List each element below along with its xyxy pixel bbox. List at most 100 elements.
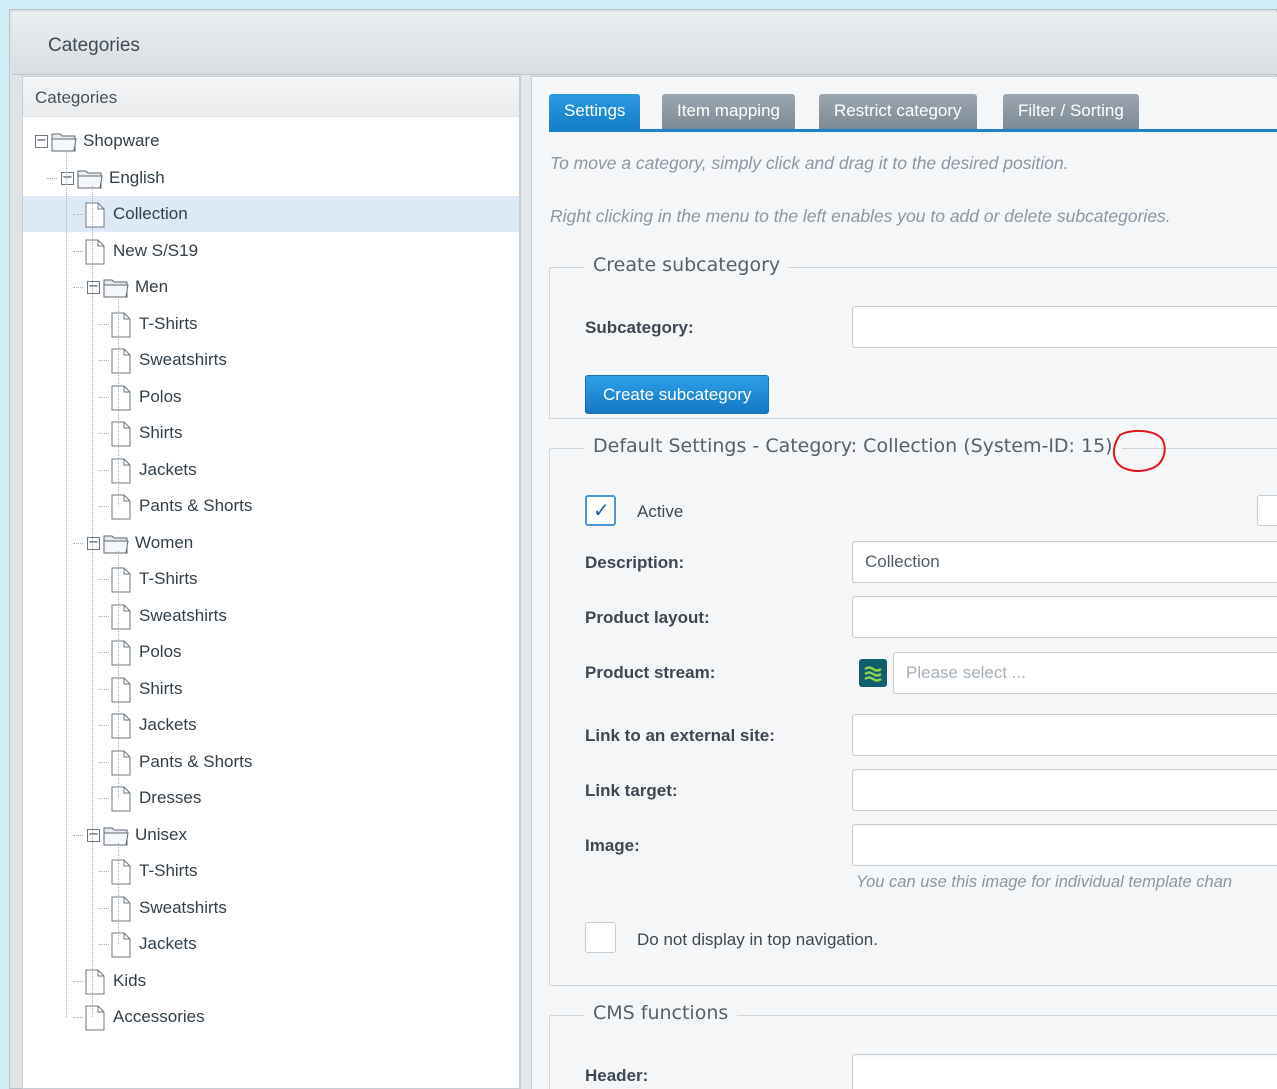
document-icon — [85, 239, 105, 265]
subcategory-label: Subcategory: — [585, 318, 694, 337]
header-input[interactable] — [852, 1054, 1277, 1089]
tree-leaf-node[interactable]: Sweatshirts — [23, 598, 519, 634]
tree-node-label: Shirts — [139, 678, 183, 698]
tree-connector — [73, 1017, 83, 1018]
document-icon — [85, 202, 105, 228]
tab-filter-sorting[interactable]: Filter / Sorting — [1003, 94, 1139, 130]
tree-leaf-node[interactable]: Pants & Shorts — [23, 744, 519, 780]
tree-node-label: Sweatshirts — [139, 897, 227, 917]
tree-connector — [99, 360, 109, 361]
header-label: Header: — [585, 1066, 649, 1085]
collapse-icon[interactable]: − — [61, 171, 74, 185]
tree-node-label: T-Shirts — [139, 313, 198, 333]
external-link-input[interactable] — [852, 714, 1277, 756]
link-target-select[interactable] — [852, 769, 1277, 811]
tree-folder-node[interactable]: − Women — [23, 525, 519, 561]
hint-right-click: Right clicking in the menu to the left e… — [550, 206, 1171, 226]
tree-leaf-node[interactable]: Polos — [23, 634, 519, 670]
tree-connector — [47, 177, 57, 179]
tree-guide-line — [118, 551, 119, 798]
folder-icon — [77, 168, 103, 190]
image-label: Image: — [585, 836, 640, 855]
document-icon — [111, 896, 131, 922]
tree-node-label: Kids — [113, 970, 147, 990]
tree-connector — [99, 688, 109, 690]
subcategory-input[interactable] — [852, 306, 1277, 348]
active-label: Active — [637, 502, 684, 521]
tree-node-label: Polos — [139, 386, 182, 406]
tree-leaf-node[interactable]: Collection — [23, 196, 519, 232]
tree-leaf-node[interactable]: Polos — [23, 379, 519, 415]
hide-top-nav-label: Do not display in top navigation. — [637, 930, 878, 949]
tree-folder-node[interactable]: − English — [23, 160, 519, 196]
document-icon — [111, 786, 131, 812]
checkmark-icon: ✓ — [593, 498, 610, 522]
category-settings-panel: Settings Item mapping Restrict category … — [531, 76, 1277, 1089]
collapse-icon[interactable]: − — [87, 536, 100, 550]
tab-item-mapping[interactable]: Item mapping — [662, 94, 795, 130]
description-label: Description: — [585, 553, 685, 572]
document-icon — [111, 640, 131, 666]
tree-leaf-node[interactable]: Shirts — [23, 415, 519, 451]
tree-connector — [73, 980, 83, 982]
tab-strip-underline — [549, 129, 1277, 132]
tree-connector — [99, 469, 109, 471]
tree-leaf-node[interactable]: Pants & Shorts — [23, 488, 519, 524]
tree-leaf-node[interactable]: Shirts — [23, 671, 519, 707]
product-stream-icon[interactable] — [859, 659, 887, 687]
document-icon — [111, 348, 131, 374]
tree-guide-line — [118, 295, 119, 506]
secondary-checkbox[interactable] — [1257, 495, 1277, 526]
tree-node-label: Shirts — [139, 423, 183, 442]
default-settings-fieldset: Default Settings - Category: Collection … — [549, 435, 1277, 986]
product-layout-label: Product layout: — [585, 608, 710, 627]
tab-restrict-category[interactable]: Restrict category — [819, 94, 977, 130]
image-input[interactable] — [852, 824, 1277, 866]
collapse-icon[interactable]: − — [87, 280, 100, 294]
tree-connector — [73, 250, 83, 252]
document-icon — [111, 312, 131, 338]
tree-leaf-node[interactable]: Accessories — [23, 999, 519, 1035]
collapse-icon[interactable]: − — [87, 828, 100, 842]
tree-leaf-node[interactable]: Jackets — [23, 452, 519, 488]
cms-functions-legend: CMS functions — [584, 1002, 738, 1024]
tab-settings[interactable]: Settings — [549, 94, 641, 130]
folder-icon — [51, 131, 77, 153]
tree-leaf-node[interactable]: T-Shirts — [23, 853, 519, 889]
document-icon — [111, 677, 131, 703]
collapse-icon[interactable]: − — [35, 134, 48, 148]
tree-leaf-node[interactable]: Dresses — [23, 780, 519, 816]
hide-top-nav-checkbox[interactable] — [585, 922, 616, 953]
tree-leaf-node[interactable]: Jackets — [23, 926, 519, 962]
link-target-label: Link target: — [585, 781, 678, 800]
product-stream-label: Product stream: — [585, 663, 716, 682]
tree-leaf-node[interactable]: Sweatshirts — [23, 342, 519, 378]
tree-leaf-node[interactable]: Kids — [23, 963, 519, 999]
tree-connector — [99, 579, 109, 580]
window-header: Categories — [12, 12, 1277, 75]
tree-folder-node[interactable]: − Men — [23, 269, 519, 305]
tree-node-label: Collection — [113, 204, 188, 223]
category-tree-panel: Categories − Shopware − English Collection Ne… — [22, 76, 520, 1089]
tree-node-label: Dresses — [139, 788, 202, 807]
tree-leaf-node[interactable]: New S/S19 — [23, 233, 519, 269]
product-stream-combobox[interactable]: Please select ... — [893, 652, 1277, 694]
create-subcategory-fieldset: Create subcategory Subcategory: Create s… — [549, 254, 1277, 419]
tree-connector — [99, 798, 109, 799]
tree-node-label: Jackets — [139, 934, 197, 953]
document-icon — [111, 932, 131, 958]
tree-folder-node[interactable]: − Unisex — [23, 817, 519, 853]
tree-leaf-node[interactable]: T-Shirts — [23, 306, 519, 342]
tree-leaf-node[interactable]: T-Shirts — [23, 561, 519, 597]
description-input[interactable]: Collection — [852, 541, 1277, 583]
tree-connector — [73, 542, 83, 544]
create-subcategory-button[interactable]: Create subcategory — [585, 375, 770, 414]
document-icon — [111, 494, 131, 520]
tree-connector — [99, 396, 109, 398]
product-layout-select[interactable] — [852, 596, 1277, 638]
tree-leaf-node[interactable]: Sweatshirts — [23, 890, 519, 926]
tree-folder-node[interactable]: − Shopware — [23, 123, 519, 159]
tree-leaf-node[interactable]: Jackets — [23, 707, 519, 743]
active-checkbox[interactable]: ✓ — [585, 495, 616, 526]
document-icon — [85, 1005, 105, 1031]
